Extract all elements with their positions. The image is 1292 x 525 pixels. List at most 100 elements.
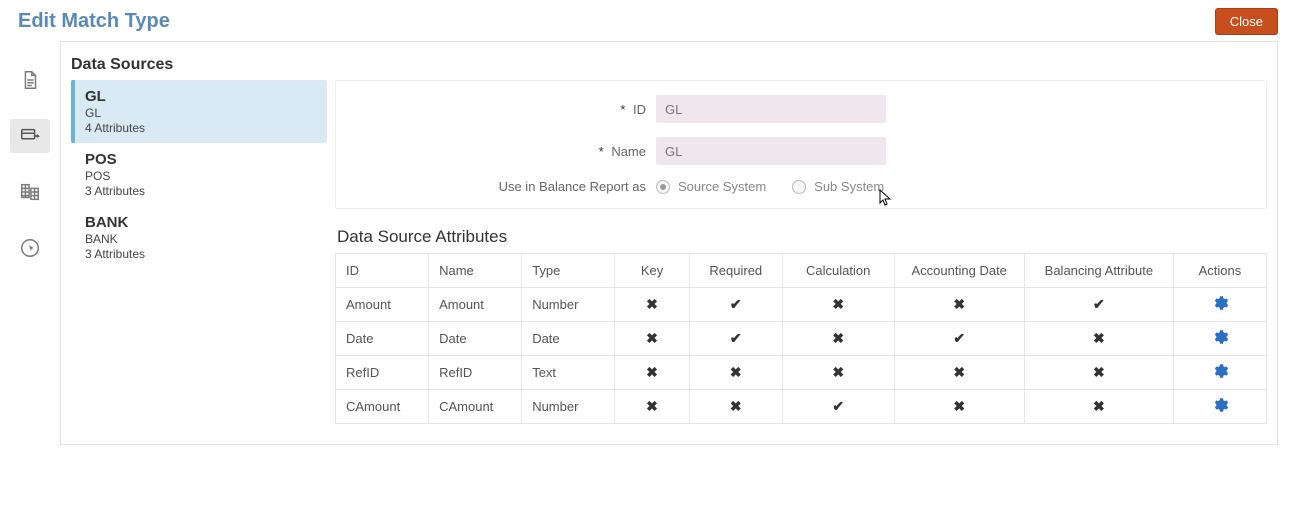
col-id[interactable]: ID xyxy=(336,254,429,288)
cell-required: ✖ xyxy=(689,390,782,424)
cell-actions xyxy=(1173,288,1266,322)
cross-icon: ✖ xyxy=(646,296,658,312)
data-source-item[interactable]: BANKBANK3 Attributes xyxy=(71,206,327,269)
required-star: * xyxy=(620,102,625,117)
cross-icon: ✖ xyxy=(646,398,658,414)
click-target-icon[interactable] xyxy=(10,231,50,265)
page-title: Edit Match Type xyxy=(18,10,170,33)
cross-icon: ✖ xyxy=(646,364,658,380)
gear-icon[interactable] xyxy=(1211,368,1229,383)
cell-actions xyxy=(1173,322,1266,356)
col-balancing[interactable]: Balancing Attribute xyxy=(1024,254,1173,288)
cell-actions xyxy=(1173,390,1266,424)
name-label: Name xyxy=(611,144,646,159)
radio-sub-label: Sub System xyxy=(814,179,884,194)
id-field[interactable] xyxy=(656,95,886,123)
cell-type: Number xyxy=(522,390,615,424)
col-accounting-date[interactable]: Accounting Date xyxy=(894,254,1024,288)
cell-balancing: ✖ xyxy=(1024,390,1173,424)
balance-report-label: Use in Balance Report as xyxy=(499,179,646,194)
cell-required: ✖ xyxy=(689,356,782,390)
cross-icon: ✖ xyxy=(1093,330,1105,346)
data-source-attr-count: 3 Attributes xyxy=(85,247,315,261)
data-source-item[interactable]: GLGL4 Attributes xyxy=(71,80,327,143)
cross-icon: ✖ xyxy=(1093,398,1105,414)
cell-name: RefID xyxy=(429,356,522,390)
cell-accounting-date: ✖ xyxy=(894,356,1024,390)
data-source-attr-count: 4 Attributes xyxy=(85,121,315,135)
col-name[interactable]: Name xyxy=(429,254,522,288)
cell-actions xyxy=(1173,356,1266,390)
cell-required: ✔ xyxy=(689,322,782,356)
spreadsheet-icon[interactable] xyxy=(10,175,50,209)
check-icon: ✔ xyxy=(832,398,844,414)
gear-icon[interactable] xyxy=(1211,334,1229,349)
col-calculation[interactable]: Calculation xyxy=(782,254,894,288)
attributes-table: ID Name Type Key Required Calculation Ac… xyxy=(335,253,1267,424)
cell-type: Number xyxy=(522,288,615,322)
table-row[interactable]: CAmountCAmountNumber✖✖✔✖✖ xyxy=(336,390,1267,424)
cell-balancing: ✖ xyxy=(1024,356,1173,390)
cell-key: ✖ xyxy=(615,390,689,424)
cell-type: Date xyxy=(522,322,615,356)
cell-accounting-date: ✖ xyxy=(894,390,1024,424)
table-row[interactable]: AmountAmountNumber✖✔✖✖✔ xyxy=(336,288,1267,322)
cell-accounting-date: ✔ xyxy=(894,322,1024,356)
close-button[interactable]: Close xyxy=(1215,8,1278,35)
cell-required: ✔ xyxy=(689,288,782,322)
col-key[interactable]: Key xyxy=(615,254,689,288)
cell-key: ✖ xyxy=(615,322,689,356)
check-icon: ✔ xyxy=(730,330,742,346)
cross-icon: ✖ xyxy=(832,364,844,380)
data-source-sub: BANK xyxy=(85,232,315,246)
data-source-title: GL xyxy=(85,88,315,105)
cross-icon: ✖ xyxy=(646,330,658,346)
col-actions[interactable]: Actions xyxy=(1173,254,1266,288)
cell-id: RefID xyxy=(336,356,429,390)
radio-source-system[interactable]: Source System xyxy=(656,179,766,194)
document-icon[interactable] xyxy=(10,63,50,97)
cross-icon: ✖ xyxy=(1093,364,1105,380)
col-required[interactable]: Required xyxy=(689,254,782,288)
cross-icon: ✖ xyxy=(953,364,965,380)
check-icon: ✔ xyxy=(730,296,742,312)
table-row[interactable]: RefIDRefIDText✖✖✖✖✖ xyxy=(336,356,1267,390)
cross-icon: ✖ xyxy=(730,364,742,380)
cell-key: ✖ xyxy=(615,288,689,322)
data-source-attr-count: 3 Attributes xyxy=(85,184,315,198)
name-field[interactable] xyxy=(656,137,886,165)
cell-name: Date xyxy=(429,322,522,356)
col-type[interactable]: Type xyxy=(522,254,615,288)
table-row[interactable]: DateDateDate✖✔✖✔✖ xyxy=(336,322,1267,356)
datasource-icon[interactable] xyxy=(10,119,50,153)
cross-icon: ✖ xyxy=(832,296,844,312)
cell-calculation: ✔ xyxy=(782,390,894,424)
cell-calculation: ✖ xyxy=(782,288,894,322)
cross-icon: ✖ xyxy=(730,398,742,414)
data-source-item[interactable]: POSPOS3 Attributes xyxy=(71,143,327,206)
data-source-title: BANK xyxy=(85,214,315,231)
data-source-form: * ID * Name Use in Bal xyxy=(335,80,1267,209)
cell-name: CAmount xyxy=(429,390,522,424)
data-source-title: POS xyxy=(85,151,315,168)
cell-balancing: ✖ xyxy=(1024,322,1173,356)
gear-icon[interactable] xyxy=(1211,402,1229,417)
check-icon: ✔ xyxy=(1093,296,1105,312)
data-sources-heading: Data Sources xyxy=(71,56,1277,74)
left-icon-rail xyxy=(0,41,60,445)
cell-type: Text xyxy=(522,356,615,390)
cell-id: Date xyxy=(336,322,429,356)
cell-id: CAmount xyxy=(336,390,429,424)
gear-icon[interactable] xyxy=(1211,300,1229,315)
radio-sub-system[interactable]: Sub System xyxy=(792,179,884,194)
required-star: * xyxy=(599,144,604,159)
id-label: ID xyxy=(633,102,646,117)
cross-icon: ✖ xyxy=(953,296,965,312)
cell-id: Amount xyxy=(336,288,429,322)
cell-accounting-date: ✖ xyxy=(894,288,1024,322)
data-source-sub: POS xyxy=(85,169,315,183)
radio-source-label: Source System xyxy=(678,179,766,194)
table-header-row: ID Name Type Key Required Calculation Ac… xyxy=(336,254,1267,288)
cell-calculation: ✖ xyxy=(782,356,894,390)
data-source-list: GLGL4 AttributesPOSPOS3 AttributesBANKBA… xyxy=(71,80,327,424)
